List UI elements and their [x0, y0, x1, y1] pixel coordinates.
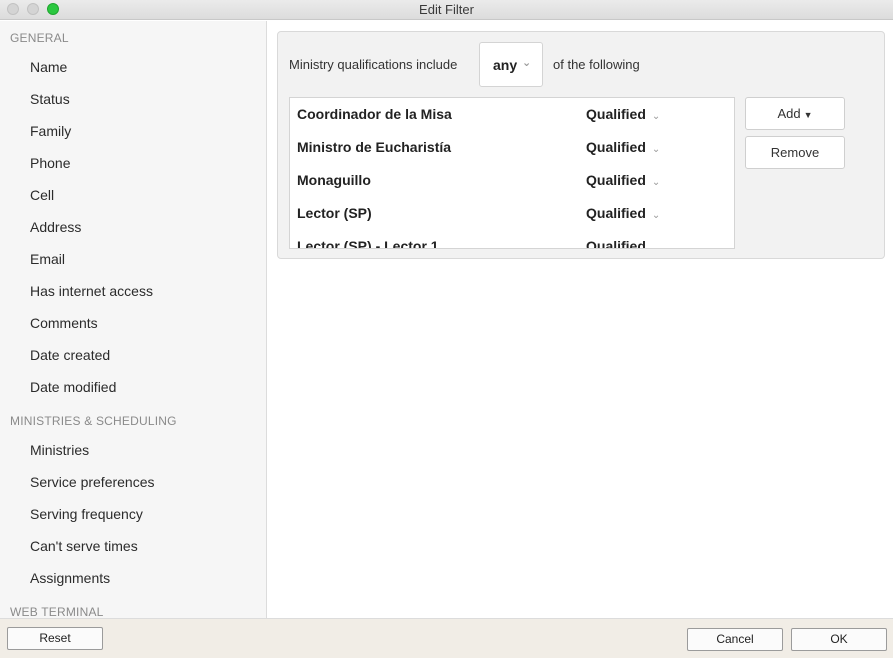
sidebar-item-ministries[interactable]: Ministries [30, 442, 89, 458]
sidebar-item-service-preferences[interactable]: Service preferences [30, 474, 155, 490]
chevron-down-icon: ⌄ [651, 177, 661, 188]
sidebar-item-name[interactable]: Name [30, 59, 67, 75]
qualification-value: Qualified [586, 139, 646, 155]
sidebar-item-serving-frequency[interactable]: Serving frequency [30, 506, 143, 522]
sidebar-item-internet-access[interactable]: Has internet access [30, 283, 153, 299]
ok-button[interactable]: OK [791, 628, 887, 651]
filter-panel: Ministry qualifications include any ⌄ of… [277, 31, 885, 259]
ministry-name: Coordinador de la Misa [297, 106, 452, 122]
dialog-footer: Reset Cancel OK [0, 618, 893, 658]
filter-prefix-label: Ministry qualifications include [289, 57, 458, 72]
chevron-down-icon: ⌄ [651, 144, 661, 155]
qualification-value: Qualified [586, 205, 646, 221]
list-item[interactable]: Coordinador de la Misa Qualified ⌄ [290, 98, 734, 131]
ministry-name: Monaguillo [297, 172, 371, 188]
sidebar-item-date-modified[interactable]: Date modified [30, 379, 116, 395]
chevron-down-icon: ⌄ [651, 243, 661, 249]
sidebar-item-cant-serve-times[interactable]: Can't serve times [30, 538, 138, 554]
qualification-select[interactable]: Qualified ⌄ [586, 205, 660, 221]
chevron-down-icon: ⌄ [522, 57, 532, 69]
list-item[interactable]: Ministro de Eucharistía Qualified ⌄ [290, 131, 734, 164]
qualification-select[interactable]: Qualified ⌄ [586, 172, 660, 188]
match-mode-value: any [493, 57, 518, 73]
qualification-value: Qualified [586, 172, 646, 188]
list-item[interactable]: Lector (SP) Qualified ⌄ [290, 197, 734, 230]
add-button-label: Add [777, 106, 801, 121]
chevron-down-icon: ⌄ [651, 111, 661, 122]
chevron-down-icon: ⌄ [651, 210, 661, 221]
main-content: Ministry qualifications include any ⌄ of… [268, 21, 893, 618]
sidebar-item-email[interactable]: Email [30, 251, 65, 267]
filter-suffix-label: of the following [553, 57, 640, 72]
reset-button[interactable]: Reset [7, 627, 103, 650]
add-button[interactable]: Add ▼ [745, 97, 845, 130]
title-bar: Edit Filter [0, 0, 893, 20]
ministry-name: Lector (SP) [297, 205, 372, 221]
qualification-value: Qualified [586, 238, 646, 249]
remove-button[interactable]: Remove [745, 136, 845, 169]
list-item[interactable]: Lector (SP) - Lector 1 Qualified ⌄ [290, 230, 734, 249]
section-heading-general: GENERAL [10, 31, 69, 45]
ministry-name: Lector (SP) - Lector 1 [297, 238, 439, 249]
sidebar: GENERAL Name Status Family Phone Cell Ad… [0, 21, 267, 618]
window-title: Edit Filter [419, 2, 474, 17]
cancel-button[interactable]: Cancel [687, 628, 783, 651]
qualification-select[interactable]: Qualified ⌄ [586, 139, 660, 155]
list-item[interactable]: Monaguillo Qualified ⌄ [290, 164, 734, 197]
qualification-value: Qualified [586, 106, 646, 122]
qualification-list[interactable]: Coordinador de la Misa Qualified ⌄ Minist… [289, 97, 735, 249]
match-mode-select[interactable]: any ⌄ [479, 42, 543, 87]
section-heading-ministries: MINISTRIES & SCHEDULING [10, 414, 177, 428]
sidebar-item-date-created[interactable]: Date created [30, 347, 110, 363]
qualification-select[interactable]: Qualified ⌄ [586, 106, 660, 122]
sidebar-item-phone[interactable]: Phone [30, 155, 70, 171]
ministry-name: Ministro de Eucharistía [297, 139, 452, 155]
qualification-select[interactable]: Qualified ⌄ [586, 238, 661, 249]
sidebar-item-family[interactable]: Family [30, 123, 71, 139]
sidebar-item-assignments[interactable]: Assignments [30, 570, 110, 586]
sidebar-item-status[interactable]: Status [30, 91, 70, 107]
section-heading-web-terminal: WEB TERMINAL [10, 605, 104, 618]
sidebar-item-cell[interactable]: Cell [30, 187, 54, 203]
sidebar-item-comments[interactable]: Comments [30, 315, 98, 331]
sidebar-item-address[interactable]: Address [30, 219, 81, 235]
caret-down-icon: ▼ [803, 110, 813, 120]
